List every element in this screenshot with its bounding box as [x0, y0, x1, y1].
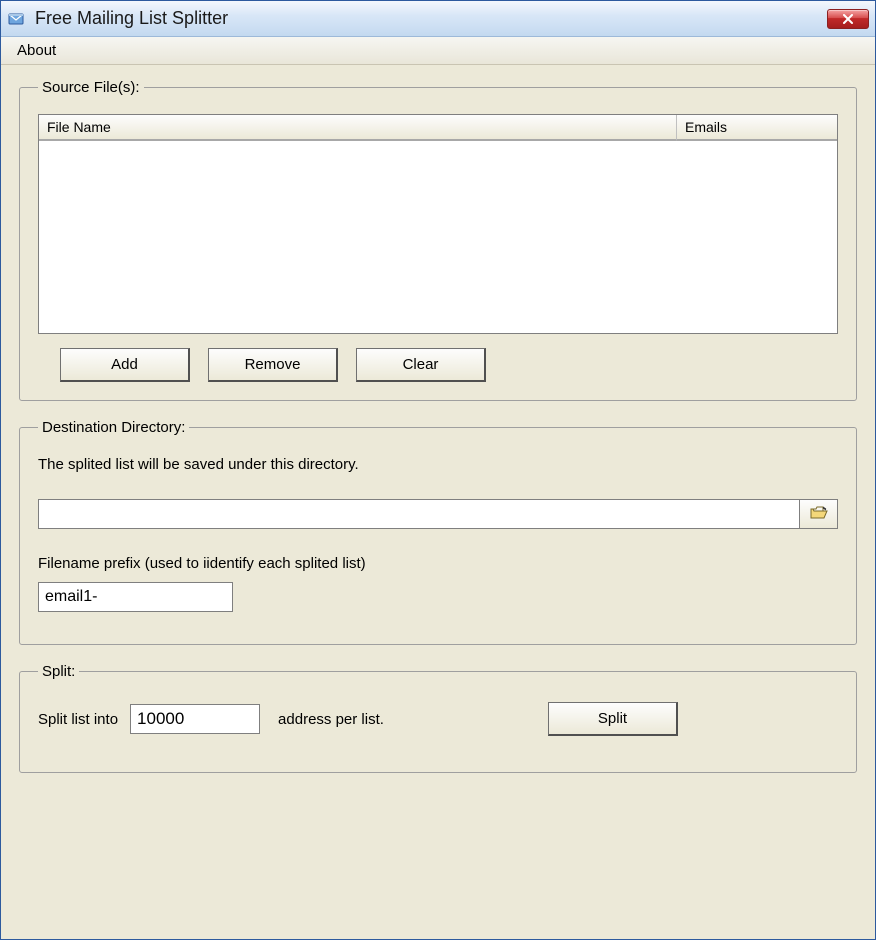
folder-open-icon — [809, 505, 829, 524]
directory-input[interactable] — [38, 499, 800, 529]
source-files-list[interactable]: File Name Emails — [38, 114, 838, 334]
clear-button[interactable]: Clear — [356, 348, 486, 382]
main-window: Free Mailing List Splitter About Source … — [0, 0, 876, 940]
app-icon — [7, 9, 27, 29]
close-button[interactable] — [827, 9, 869, 29]
list-header: File Name Emails — [39, 115, 837, 141]
menubar: About — [1, 37, 875, 65]
prefix-input[interactable] — [38, 582, 233, 612]
split-legend: Split: — [38, 663, 79, 680]
source-files-group: Source File(s): File Name Emails Add Rem… — [19, 79, 857, 401]
split-label-after: address per list. — [278, 711, 384, 728]
split-button[interactable]: Split — [548, 702, 678, 736]
split-group: Split: Split list into address per list.… — [19, 663, 857, 773]
remove-button[interactable]: Remove — [208, 348, 338, 382]
column-header-emails[interactable]: Emails — [677, 115, 837, 141]
client-area: Source File(s): File Name Emails Add Rem… — [1, 65, 875, 939]
browse-button[interactable] — [800, 499, 838, 529]
source-files-legend: Source File(s): — [38, 79, 144, 96]
titlebar[interactable]: Free Mailing List Splitter — [1, 1, 875, 37]
list-body[interactable] — [39, 141, 837, 333]
split-count-input[interactable] — [130, 704, 260, 734]
destination-description: The splited list will be saved under thi… — [38, 456, 838, 473]
column-header-filename[interactable]: File Name — [39, 115, 677, 141]
add-button[interactable]: Add — [60, 348, 190, 382]
destination-group: Destination Directory: The splited list … — [19, 419, 857, 645]
source-buttons-row: Add Remove Clear — [60, 348, 838, 382]
split-label-before: Split list into — [38, 711, 118, 728]
window-title: Free Mailing List Splitter — [35, 8, 827, 29]
prefix-label: Filename prefix (used to iidentify each … — [38, 555, 838, 572]
split-row: Split list into address per list. Split — [38, 702, 838, 736]
directory-row — [38, 499, 838, 529]
destination-legend: Destination Directory: — [38, 419, 189, 436]
menu-about[interactable]: About — [11, 40, 62, 61]
